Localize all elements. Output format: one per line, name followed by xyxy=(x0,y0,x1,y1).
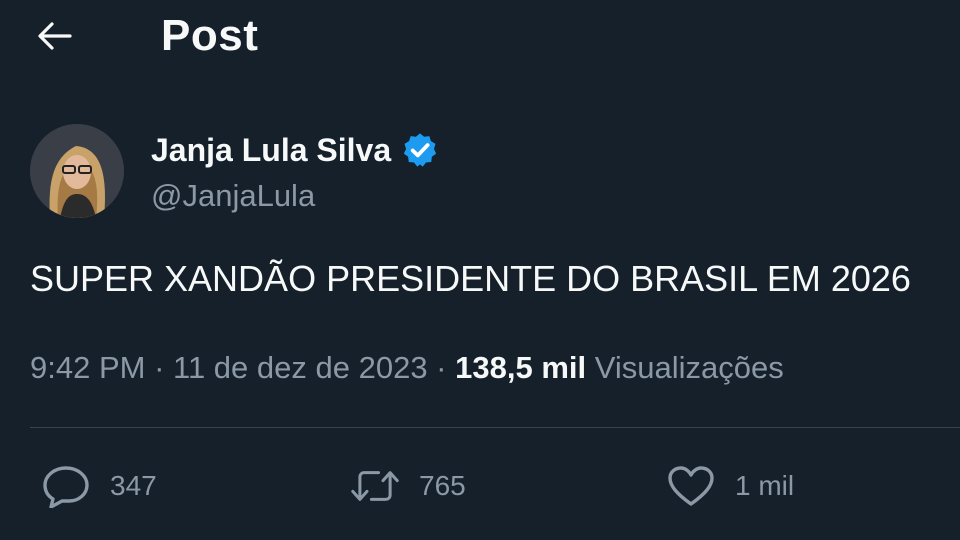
reply-button[interactable]: 347 xyxy=(42,460,157,512)
arrow-left-icon xyxy=(38,22,72,50)
retweet-button[interactable]: 765 xyxy=(351,460,466,512)
header: Post xyxy=(0,0,960,72)
meta-separator: · xyxy=(427,350,456,385)
author-name-row: Janja Lula Silva xyxy=(151,128,439,172)
page-title: Post xyxy=(161,11,259,60)
back-button[interactable] xyxy=(30,14,78,58)
meta-separator: · xyxy=(145,350,174,385)
author-handle[interactable]: @JanjaLula xyxy=(151,176,315,216)
author-name[interactable]: Janja Lula Silva xyxy=(151,128,391,172)
reply-count: 347 xyxy=(110,470,157,501)
views-label[interactable]: Visualizações xyxy=(595,350,784,385)
like-button[interactable]: 1 mil xyxy=(667,460,794,512)
reply-icon xyxy=(42,462,90,510)
retweet-count: 765 xyxy=(419,470,466,501)
like-count: 1 mil xyxy=(735,470,795,501)
retweet-icon xyxy=(351,462,399,510)
divider xyxy=(30,427,960,428)
verified-badge-icon xyxy=(403,133,437,167)
tweet-text: SUPER XANDÃO PRESIDENTE DO BRASIL EM 202… xyxy=(30,258,911,299)
tweet-time[interactable]: 9:42 PM xyxy=(30,350,145,385)
tweet-meta: 9:42 PM · 11 de dez de 2023 · 138,5 mil … xyxy=(30,346,784,390)
tweet-date[interactable]: 11 de dez de 2023 xyxy=(173,350,428,385)
avatar[interactable] xyxy=(30,124,124,218)
avatar-image xyxy=(30,124,124,218)
heart-icon xyxy=(667,462,715,510)
views-count[interactable]: 138,5 mil xyxy=(455,350,586,385)
